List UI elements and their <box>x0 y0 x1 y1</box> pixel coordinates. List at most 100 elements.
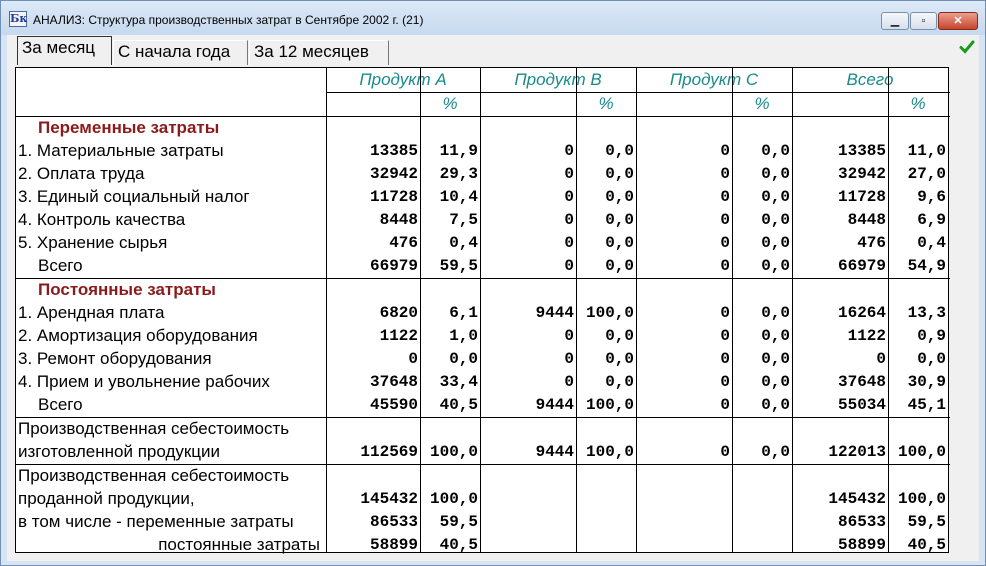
close-icon: ✕ <box>953 15 963 27</box>
tab-year-to-date[interactable]: С начала года <box>113 40 248 65</box>
value-cell: 66979 <box>369 257 418 275</box>
value-cell: 9444 <box>535 304 574 322</box>
value-cell: 7,5 <box>449 211 478 229</box>
row-label: 4. Контроль качества <box>18 210 186 229</box>
value-cell: 32942 <box>369 165 418 183</box>
value-cell: 0,0 <box>761 327 790 345</box>
value-cell: 0 <box>564 142 574 160</box>
value-cell: 1122 <box>379 327 418 345</box>
row-label: 2. Оплата труда <box>18 164 145 183</box>
row-label: Всего <box>38 256 83 275</box>
percent-header: % <box>754 94 770 113</box>
value-cell: 45,1 <box>907 396 946 414</box>
value-cell: 30,9 <box>907 373 946 391</box>
value-cell: 55034 <box>837 396 886 414</box>
value-cell: 145432 <box>360 490 418 508</box>
grid-line-vertical <box>792 68 793 552</box>
grid-line-horizontal <box>16 464 950 465</box>
value-cell: 59,5 <box>439 257 478 275</box>
value-cell: 0,0 <box>605 165 634 183</box>
side-toolbar <box>951 35 979 561</box>
value-cell: 6820 <box>379 304 418 322</box>
value-cell: 0 <box>720 257 730 275</box>
cost-structure-table: Продукт A% Продукт B% Продукт C% Всего% Пере… <box>15 67 950 554</box>
row-label: Всего <box>38 395 83 414</box>
grid-line-vertical <box>732 68 733 552</box>
row-label: 3. Единый социальный налог <box>18 187 250 206</box>
value-cell: 0,0 <box>761 373 790 391</box>
section-title-variable: Переменные затраты <box>38 118 220 137</box>
tab-bar: За месяц С начала года За 12 месяцев <box>13 35 433 65</box>
value-cell: 122013 <box>828 443 886 461</box>
column-header: Всего <box>846 70 894 89</box>
window-title: АНАЛИЗ: Структура производственных затра… <box>33 13 424 27</box>
value-cell: 0 <box>720 211 730 229</box>
row-label: 2. Амортизация оборудования <box>18 326 258 345</box>
maximize-icon: ▫ <box>921 15 926 27</box>
grid-line-horizontal <box>16 417 950 418</box>
value-cell: 0,0 <box>761 396 790 414</box>
value-cell: 0 <box>564 211 574 229</box>
grid-line-vertical <box>888 68 889 552</box>
row-label: 1. Арендная плата <box>18 303 165 322</box>
app-window: Бк АНАЛИЗ: Структура производственных за… <box>0 0 986 566</box>
section-title-fixed: Постоянные затраты <box>38 280 216 299</box>
value-cell: 8448 <box>379 211 418 229</box>
value-cell: 0 <box>720 234 730 252</box>
value-cell: 0,0 <box>761 304 790 322</box>
value-cell: 100,0 <box>429 443 478 461</box>
value-cell: 0 <box>720 327 730 345</box>
value-cell: 13385 <box>369 142 418 160</box>
value-cell: 0 <box>720 304 730 322</box>
value-cell: 0 <box>720 188 730 206</box>
value-cell: 0,0 <box>761 234 790 252</box>
value-cell: 0,0 <box>449 350 478 368</box>
grid-line-vertical <box>480 68 481 552</box>
value-cell: 54,9 <box>907 257 946 275</box>
minimize-icon: ▁ <box>890 15 900 27</box>
row-label: 1. Материальные затраты <box>18 141 224 160</box>
value-cell: 59,5 <box>907 513 946 531</box>
value-cell: 0,0 <box>761 142 790 160</box>
value-cell: 0 <box>720 373 730 391</box>
value-cell: 0 <box>408 350 418 368</box>
grid-line-vertical <box>636 68 637 552</box>
value-cell: 0 <box>564 350 574 368</box>
value-cell: 0,0 <box>605 327 634 345</box>
app-icon[interactable]: Бк <box>9 11 27 27</box>
title-bar[interactable]: Бк АНАЛИЗ: Структура производственных за… <box>1 1 985 35</box>
value-cell: 32942 <box>837 165 886 183</box>
value-cell: 66979 <box>837 257 886 275</box>
maximize-button[interactable]: ▫ <box>910 12 937 30</box>
tab-month[interactable]: За месяц <box>17 36 112 65</box>
value-cell: 59,5 <box>439 513 478 531</box>
value-cell: 37648 <box>369 373 418 391</box>
value-cell: 29,3 <box>439 165 478 183</box>
value-cell: 9444 <box>535 396 574 414</box>
value-cell: 11,9 <box>439 142 478 160</box>
value-cell: 100,0 <box>897 443 946 461</box>
value-cell: 40,5 <box>907 536 946 554</box>
value-cell: 0,4 <box>917 234 946 252</box>
grid-line-vertical <box>326 68 327 552</box>
value-cell: 86533 <box>369 513 418 531</box>
value-cell: 13,3 <box>907 304 946 322</box>
grid-line-vertical <box>576 68 577 552</box>
column-header: Продукт A <box>359 70 447 89</box>
value-cell: 476 <box>857 234 886 252</box>
value-cell: 0,0 <box>605 234 634 252</box>
value-cell: 33,4 <box>439 373 478 391</box>
value-cell: 0,0 <box>917 350 946 368</box>
grid-line-horizontal <box>16 278 950 279</box>
value-cell: 9,6 <box>917 188 946 206</box>
percent-header: % <box>598 94 614 113</box>
value-cell: 11728 <box>837 188 886 206</box>
close-button[interactable]: ✕ <box>938 12 978 30</box>
minimize-button[interactable]: ▁ <box>881 12 909 30</box>
check-icon[interactable] <box>959 39 975 55</box>
value-cell: 40,5 <box>439 396 478 414</box>
value-cell: 1,0 <box>449 327 478 345</box>
value-cell: 0,0 <box>605 373 634 391</box>
tab-12-months[interactable]: За 12 месяцев <box>249 40 389 65</box>
row-label: в том числе - переменные затраты <box>18 512 294 531</box>
